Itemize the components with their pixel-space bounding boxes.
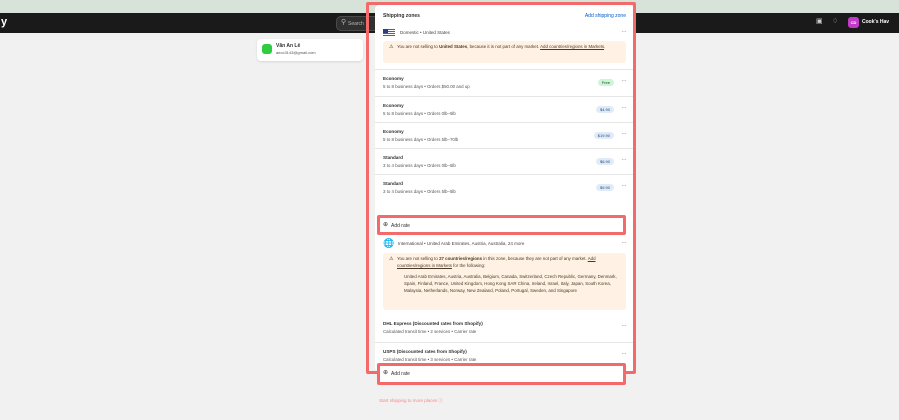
store-name[interactable]: Cook's Hav xyxy=(862,19,889,25)
add-rate-button[interactable]: ⊕ Add rate xyxy=(377,215,626,235)
add-rate-label: Add rate xyxy=(391,371,410,377)
store-avatar[interactable]: CD xyxy=(848,17,859,28)
plus-circle-icon: ⊕ xyxy=(383,222,389,228)
user-email: aecc3143@gmail.com xyxy=(276,50,316,55)
brand-logo[interactable]: y xyxy=(1,16,7,28)
start-shipping-link[interactable]: Start shipping to more places ⓘ xyxy=(379,398,443,404)
search-placeholder: Search xyxy=(348,21,364,27)
add-rate-button[interactable]: ⊕ Add rate xyxy=(377,363,626,385)
search-icon: ⚲ xyxy=(341,19,347,26)
add-rate-label: Add rate xyxy=(391,223,410,229)
avatar xyxy=(262,44,272,54)
plus-circle-icon: ⊕ xyxy=(383,370,389,376)
user-name: Văn An Lê xyxy=(276,43,301,49)
store-icon[interactable]: ▣ xyxy=(816,17,823,25)
bell-icon[interactable]: ♢ xyxy=(832,17,838,25)
highlight-frame xyxy=(366,2,636,374)
user-card[interactable]: Văn An Lê aecc3143@gmail.com xyxy=(257,39,363,61)
